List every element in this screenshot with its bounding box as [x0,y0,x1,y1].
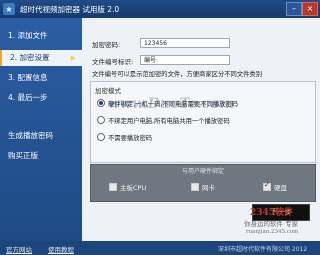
checkbox-icon [191,183,199,191]
sidebar-item-label: 1. 添加文件 [8,31,48,40]
hardware-binding-title: 与用户硬件绑定 [181,168,224,175]
sidebar-item-encrypt-settings[interactable]: 2. 加密设置 ▶ [0,50,82,66]
mode-option-label: 不绑定用户电脑,所有电脑共用一个播放密码 [108,118,230,125]
app-window: ★ 超时代视频加密器 试用版 2.0 – × 1. 添加文件 2. 加密设置 ▶… [0,0,320,255]
sidebar: 1. 添加文件 2. 加密设置 ▶ 3. 配置信息 4. 最后一步 生成播放密码… [0,18,82,241]
checkbox-motherboard-cpu[interactable]: 主板CPU [109,182,146,192]
radio-selected-icon [97,99,105,107]
window-title: 超时代视频加密器 试用版 2.0 [20,5,120,14]
encryption-mode-group: 加密模式 硬件绑定,一机一码,不同电脑需要不同播放密码 不绑定用户电脑,所有电脑… [90,81,316,163]
hardware-binding-group: 与用户硬件绑定 主板CPU 网卡 硬盘 [90,164,316,202]
close-button[interactable]: × [302,2,318,16]
checkbox-hard-disk[interactable]: 硬盘 [263,181,287,192]
checkbox-network-card[interactable]: 网卡 [191,182,215,192]
sidebar-item-label: 生成播放密码 [8,131,53,140]
checkbox-label: 硬盘 [274,184,287,192]
file-id-field[interactable]: 编号: [140,55,230,65]
checkbox-icon [109,183,117,191]
sidebar-item-generate-password[interactable]: 生成播放密码 [0,128,82,144]
title-bar: ★ 超时代视频加密器 试用版 2.0 – × [0,0,320,18]
checkbox-checked-icon [263,181,271,191]
watermark-brand: 2345软件 [250,208,294,218]
tutorial-link[interactable]: 使用教程 [48,244,74,254]
sidebar-item-label: 购买正版 [8,151,38,160]
file-id-label: 文件编号标识: [92,58,134,66]
mode-option-no-password[interactable]: 不需要播放密码 [97,133,152,142]
mode-option-shared-password[interactable]: 不绑定用户电脑,所有电脑共用一个播放密码 [97,116,230,125]
status-bar: 官方网站 使用教程 深圳市超时代软件有限公司 2012 [0,241,320,255]
file-id-note: 文件编号可以是示范加密的文件，方便商家区分不同文件类别 [92,71,263,78]
arrow-right-icon: ▶ [70,54,76,62]
sidebar-item-add-files[interactable]: 1. 添加文件 [0,28,82,44]
sidebar-item-label: 4. 最后一步 [8,93,48,102]
watermark-url: ruanjian.2345.com [246,229,299,235]
official-site-link[interactable]: 官方网站 [6,244,32,254]
mode-option-label: 不需要播放密码 [108,135,153,142]
minimize-button[interactable]: – [286,2,302,16]
sidebar-item-buy[interactable]: 购买正版 [0,148,82,164]
copyright-text: 深圳市超时代软件有限公司 2012 [218,246,308,253]
radio-icon [97,133,105,141]
radio-icon [97,116,105,124]
checkbox-label: 主板CPU [120,184,147,192]
password-label: 加密密码: [92,41,121,49]
sidebar-item-config-info[interactable]: 3. 配置信息 [0,70,82,86]
encryption-mode-title: 加密模式 [95,87,121,95]
sidebar-item-label: 3. 配置信息 [8,73,48,82]
password-field[interactable]: 123456 [140,38,230,48]
watermark-center: www.DuoTe.com [108,96,235,112]
app-logo-icon: ★ [3,3,15,15]
sidebar-item-final-step[interactable]: 4. 最后一步 [0,90,82,106]
watermark-tagline: 你身边的软件 专家 [244,220,299,228]
sidebar-item-label: 2. 加密设置 [10,53,50,62]
checkbox-label: 网卡 [202,184,215,192]
